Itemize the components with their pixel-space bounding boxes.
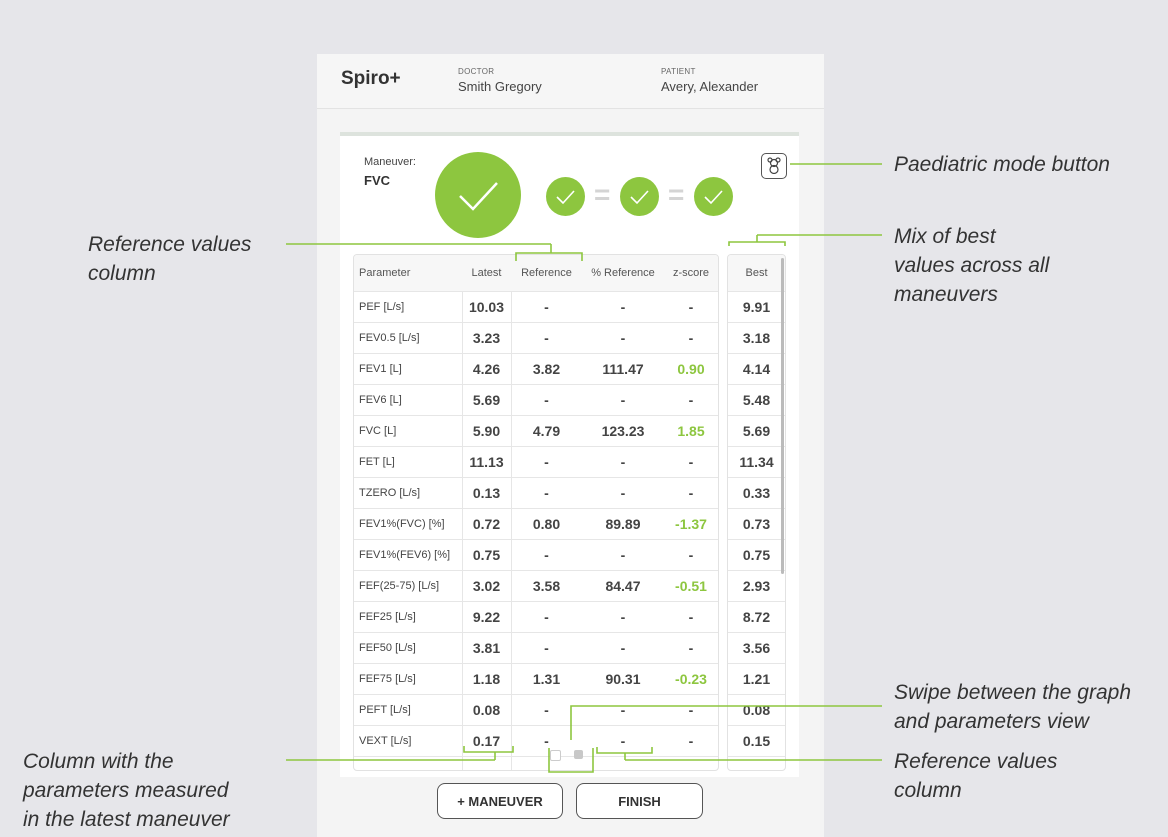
annotation-line: in the latest maneuver	[23, 808, 230, 831]
annotation-line: maneuvers	[894, 283, 998, 306]
annotation-line: Reference values	[88, 233, 252, 256]
annotation-line: values across all	[894, 254, 1050, 277]
annotation-best-mix: Mix of best values across all maneuvers	[894, 222, 1049, 309]
annotation-line: Swipe between the graph	[894, 681, 1131, 704]
annotation-reference-bottom: Reference values column	[894, 747, 1057, 805]
annotation-swipe: Swipe between the graph and parameters v…	[894, 678, 1131, 736]
annotation-reference-top: Reference values column	[88, 230, 251, 288]
annotation-latest-column: Column with the parameters measured in t…	[23, 747, 230, 834]
annotation-line: and parameters view	[894, 710, 1089, 733]
annotation-line: column	[894, 779, 962, 802]
annotation-line: parameters measured	[23, 779, 229, 802]
annotation-line: column	[88, 262, 156, 285]
annotation-line: Column with the	[23, 750, 174, 773]
annotation-line: Mix of best	[894, 225, 996, 248]
annotation-line: Reference values	[894, 750, 1058, 773]
annotation-paediatric: Paediatric mode button	[894, 153, 1110, 176]
